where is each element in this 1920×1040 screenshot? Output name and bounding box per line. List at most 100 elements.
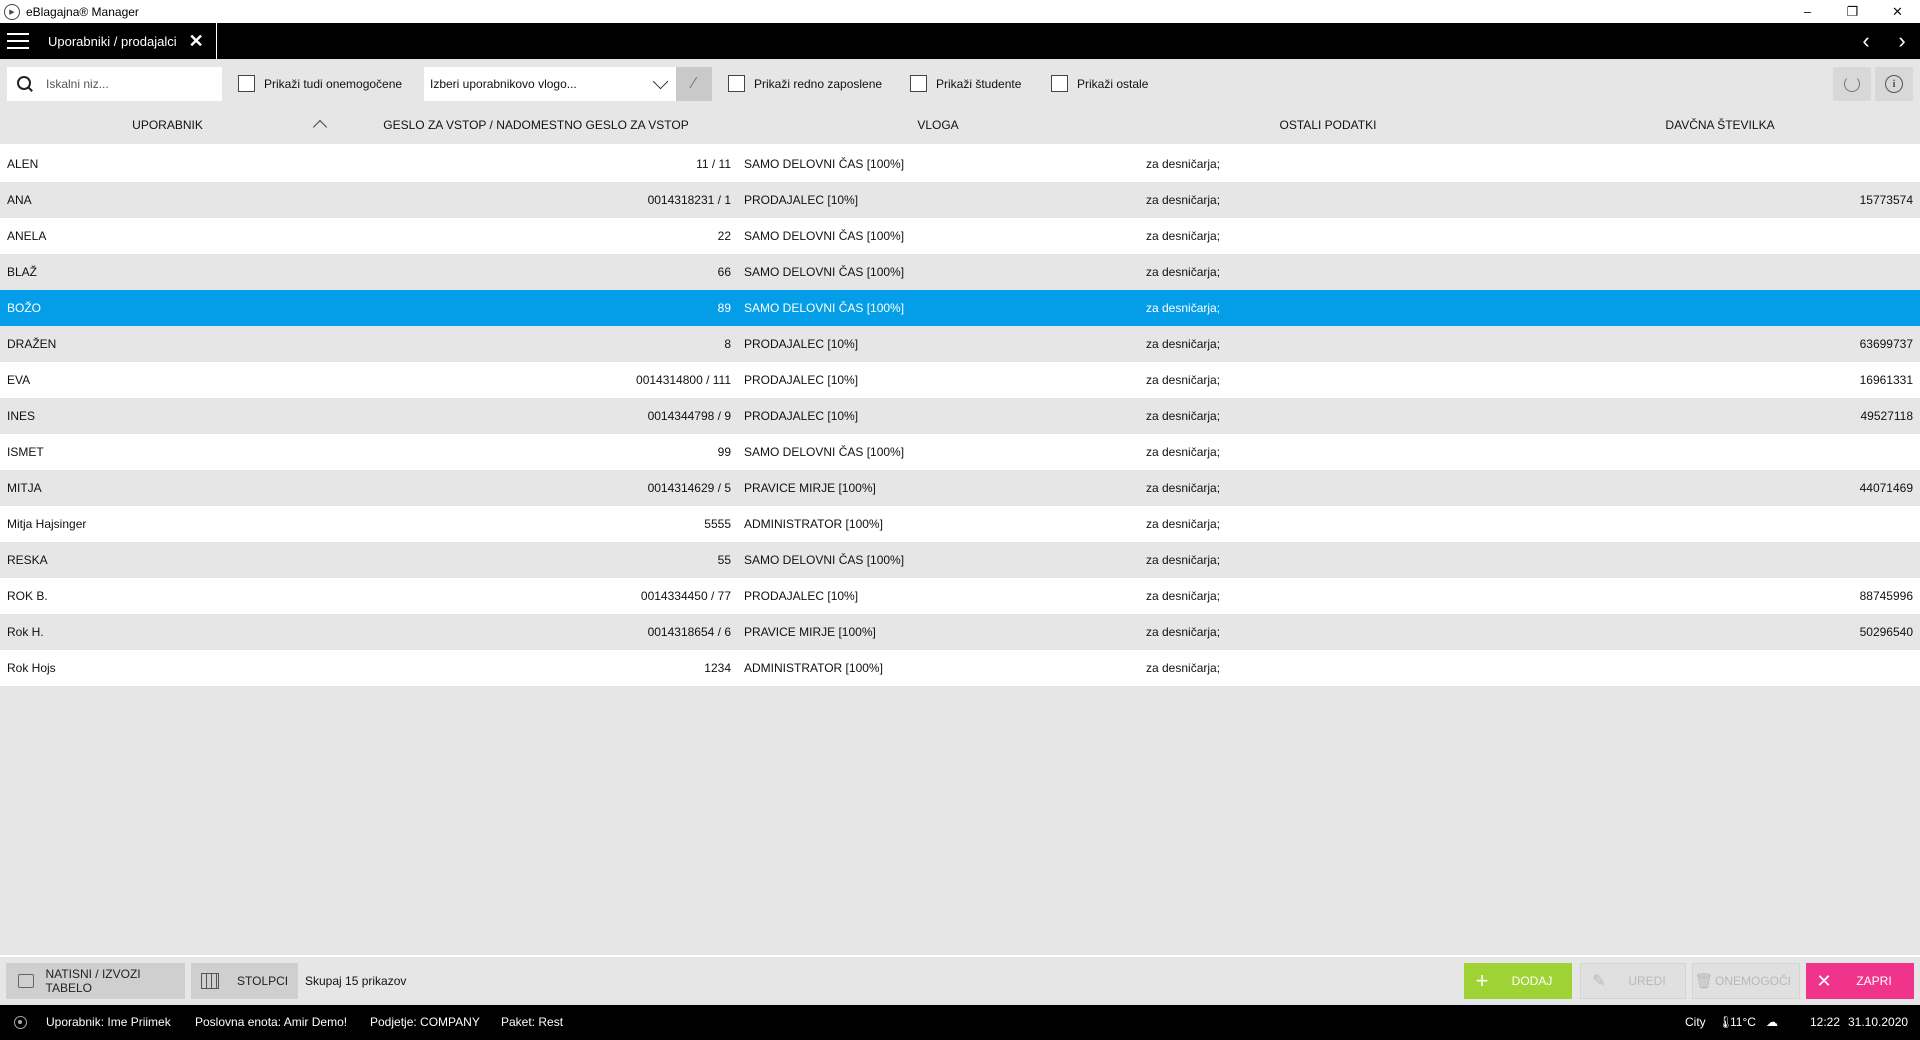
checkbox-box[interactable]	[1051, 75, 1068, 92]
table-row[interactable]: ANA 0014318231 / 1 PRODAJALEC [10%] za desn…	[0, 182, 1920, 218]
cell-other: za desničarja;	[1146, 589, 1221, 603]
table-row[interactable]: MITJA 0014314629 / 5 PRAVICE MIRJE [100%] z…	[0, 470, 1920, 506]
role-select-value: Izberi uporabnikovo vlogo...	[430, 77, 577, 91]
chevron-down-icon[interactable]	[652, 75, 670, 93]
column-header-other[interactable]: OSTALI PODATKI	[1138, 107, 1518, 144]
column-header-password[interactable]: GESLO ZA VSTOP / NADOMESTNO GESLO ZA VST…	[336, 107, 736, 144]
status-package: Paket: Rest	[501, 1015, 564, 1029]
cell-role: ADMINISTRATOR [100%]	[744, 517, 883, 531]
table-row[interactable]: ALEN 11 / 11 SAMO DELOVNI ČAS [100%] za des…	[0, 146, 1920, 182]
columns-button[interactable]: STOLPCI	[191, 963, 298, 999]
status-user: Uporabnik: Ime Priimek	[46, 1015, 171, 1029]
cell-user: Mitja Hajsinger	[7, 517, 87, 531]
print-export-label: NATISNI / IZVOZI TABELO	[45, 967, 141, 995]
table-row[interactable]: DRAŽEN 8 PRODAJALEC [10%] za desničarja; 636…	[0, 326, 1920, 362]
cell-tax: 44071469	[1859, 481, 1913, 495]
cell-other: za desničarja;	[1146, 625, 1221, 639]
show-other-checkbox[interactable]: Prikaži ostale	[1051, 75, 1148, 92]
edit-button[interactable]: ✎ UREDI	[1580, 963, 1686, 999]
cell-other: za desničarja;	[1146, 193, 1221, 207]
cell-role: PRAVICE MIRJE [100%]	[744, 481, 876, 495]
cell-password: 0014334450 / 77	[640, 589, 731, 603]
show-regular-checkbox[interactable]: Prikaži redno zaposlene	[728, 75, 882, 92]
nav-next-icon[interactable]: ›	[1884, 23, 1920, 59]
table-row[interactable]: ANELA 22 SAMO DELOVNI ČAS [100%] za desniča…	[0, 218, 1920, 254]
cell-other: za desničarja;	[1146, 517, 1221, 531]
cell-password: 89	[717, 301, 731, 315]
cell-role: SAMO DELOVNI ČAS [100%]	[744, 301, 905, 315]
add-button[interactable]: + DODAJ	[1464, 963, 1572, 999]
checkbox-label: Prikaži redno zaposlene	[754, 76, 883, 91]
menu-icon[interactable]	[0, 23, 36, 59]
show-disabled-checkbox[interactable]: Prikaži tudi onemogočene	[238, 75, 402, 92]
table-row[interactable]: BOŽO 89 SAMO DELOVNI ČAS [100%] za desničar…	[0, 290, 1920, 326]
column-header-user[interactable]: UPORABNIK	[0, 107, 335, 144]
cell-other: za desničarja;	[1146, 553, 1221, 567]
cell-password: 8	[724, 337, 731, 351]
table-row[interactable]: INES 0014344798 / 9 PRODAJALEC [10%] za des…	[0, 398, 1920, 434]
clear-filter-button[interactable]: ⁄	[676, 67, 712, 101]
close-button[interactable]: ✕ ZAPRI	[1806, 963, 1914, 999]
tab-users[interactable]: Uporabniki / prodajalci ✕	[36, 23, 217, 59]
weather-temperature: 11°C	[1730, 1015, 1756, 1029]
status-company: Podjetje: COMPANY	[370, 1015, 480, 1029]
cell-role: ADMINISTRATOR [100%]	[744, 661, 883, 675]
app-logo-icon: ▶	[4, 3, 20, 20]
table-row[interactable]: Rok Hojs 1234 ADMINISTRATOR [100%] za desni…	[0, 650, 1920, 686]
search-box	[7, 67, 222, 101]
role-select[interactable]: Izberi uporabnikovo vlogo...	[424, 67, 676, 101]
plus-icon: +	[1475, 968, 1489, 993]
checkbox-box[interactable]	[910, 75, 927, 92]
table-row[interactable]: BLAŽ 66 SAMO DELOVNI ČAS [100%] za desničar…	[0, 254, 1920, 290]
info-button[interactable]: i	[1875, 67, 1913, 101]
checkbox-box[interactable]	[238, 75, 255, 92]
print-export-button[interactable]: NATISNI / IZVOZI TABELO	[6, 963, 185, 999]
info-icon: i	[1885, 75, 1903, 93]
disable-button[interactable]: 🗑 ONEMOGOČI	[1692, 963, 1800, 999]
table-row[interactable]: Mitja Hajsinger 5555 ADMINISTRATOR [100%] z…	[0, 506, 1920, 542]
cell-password: 55	[717, 553, 731, 567]
cell-tax: 49527118	[1860, 409, 1914, 423]
cell-other: za desničarja;	[1146, 337, 1221, 351]
action-bar: NATISNI / IZVOZI TABELO STOLPCI Skupaj 1…	[0, 955, 1920, 1005]
cell-other: za desničarja;	[1146, 301, 1221, 315]
search-input[interactable]	[46, 77, 206, 91]
table-row[interactable]: Rok H. 0014318654 / 6 PRAVICE MIRJE [100%]…	[0, 614, 1920, 650]
checkbox-box[interactable]	[728, 75, 745, 92]
close-window-button[interactable]: ✕	[1875, 0, 1920, 23]
cell-user: ISMET	[7, 445, 44, 459]
columns-label: STOLPCI	[237, 974, 289, 988]
add-label: DODAJ	[1511, 974, 1553, 988]
cell-user: Rok H.	[7, 625, 44, 639]
minimize-button[interactable]: –	[1785, 0, 1830, 23]
window-title: eBlagajna® Manager	[26, 4, 139, 19]
window-controls: – ❐ ✕	[1785, 0, 1920, 23]
cell-password: 5555	[704, 517, 731, 531]
cell-other: za desničarja;	[1146, 661, 1221, 675]
printer-icon	[18, 974, 34, 988]
cell-password: 0014314629 / 5	[647, 481, 731, 495]
cell-user: Rok Hojs	[7, 661, 56, 675]
cell-password: 1234	[704, 661, 731, 675]
table-row[interactable]: ROK B. 0014334450 / 77 PRODAJALEC [10%] za …	[0, 578, 1920, 614]
cell-user: INES	[7, 409, 36, 423]
cell-role: PRODAJALEC [10%]	[744, 589, 859, 603]
column-header-role[interactable]: VLOGA	[738, 107, 1138, 144]
cell-password: 0014344798 / 9	[647, 409, 731, 423]
nav-arrows: ‹ ›	[1848, 23, 1920, 59]
trash-icon: 🗑	[1694, 973, 1714, 990]
table-row[interactable]: RESKA 55 SAMO DELOVNI ČAS [100%] za desniča…	[0, 542, 1920, 578]
cell-other: za desničarja;	[1146, 445, 1221, 459]
table-row[interactable]: EVA 0014314800 / 111 PRODAJALEC [10%] za de…	[0, 362, 1920, 398]
cell-other: za desničarja;	[1146, 409, 1221, 423]
show-students-checkbox[interactable]: Prikaži študente	[910, 75, 1021, 92]
restore-button[interactable]: ❐	[1830, 0, 1875, 23]
table-row[interactable]: ISMET 99 SAMO DELOVNI ČAS [100%] za desniča…	[0, 434, 1920, 470]
column-header-tax[interactable]: DAVČNA ŠTEVILKA	[1520, 107, 1920, 144]
nav-prev-icon[interactable]: ‹	[1848, 23, 1884, 59]
refresh-button[interactable]	[1833, 67, 1871, 101]
cell-tax: 63699737	[1859, 337, 1913, 351]
record-count: Skupaj 15 prikazov	[305, 974, 407, 988]
tab-close-icon[interactable]: ✕	[189, 31, 204, 52]
cell-password: 0014318231 / 1	[647, 193, 731, 207]
